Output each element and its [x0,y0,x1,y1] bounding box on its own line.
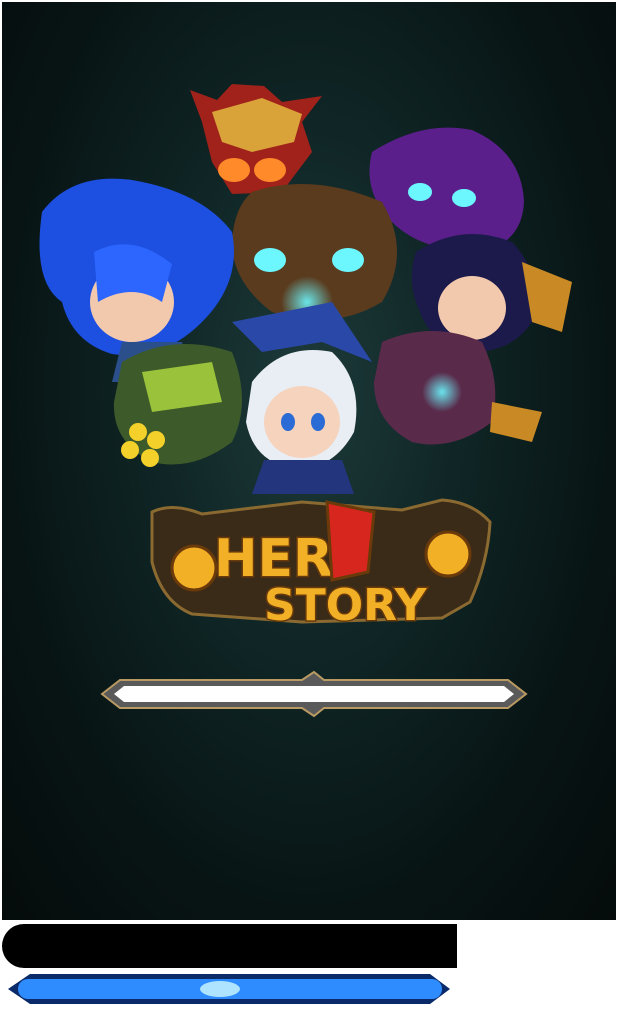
loading-bar [100,670,528,718]
status-strip [2,924,457,968]
progress-glow-icon [200,981,240,997]
bottom-progress-bar [8,974,450,1004]
splash-screen: HER STORY [2,2,616,920]
